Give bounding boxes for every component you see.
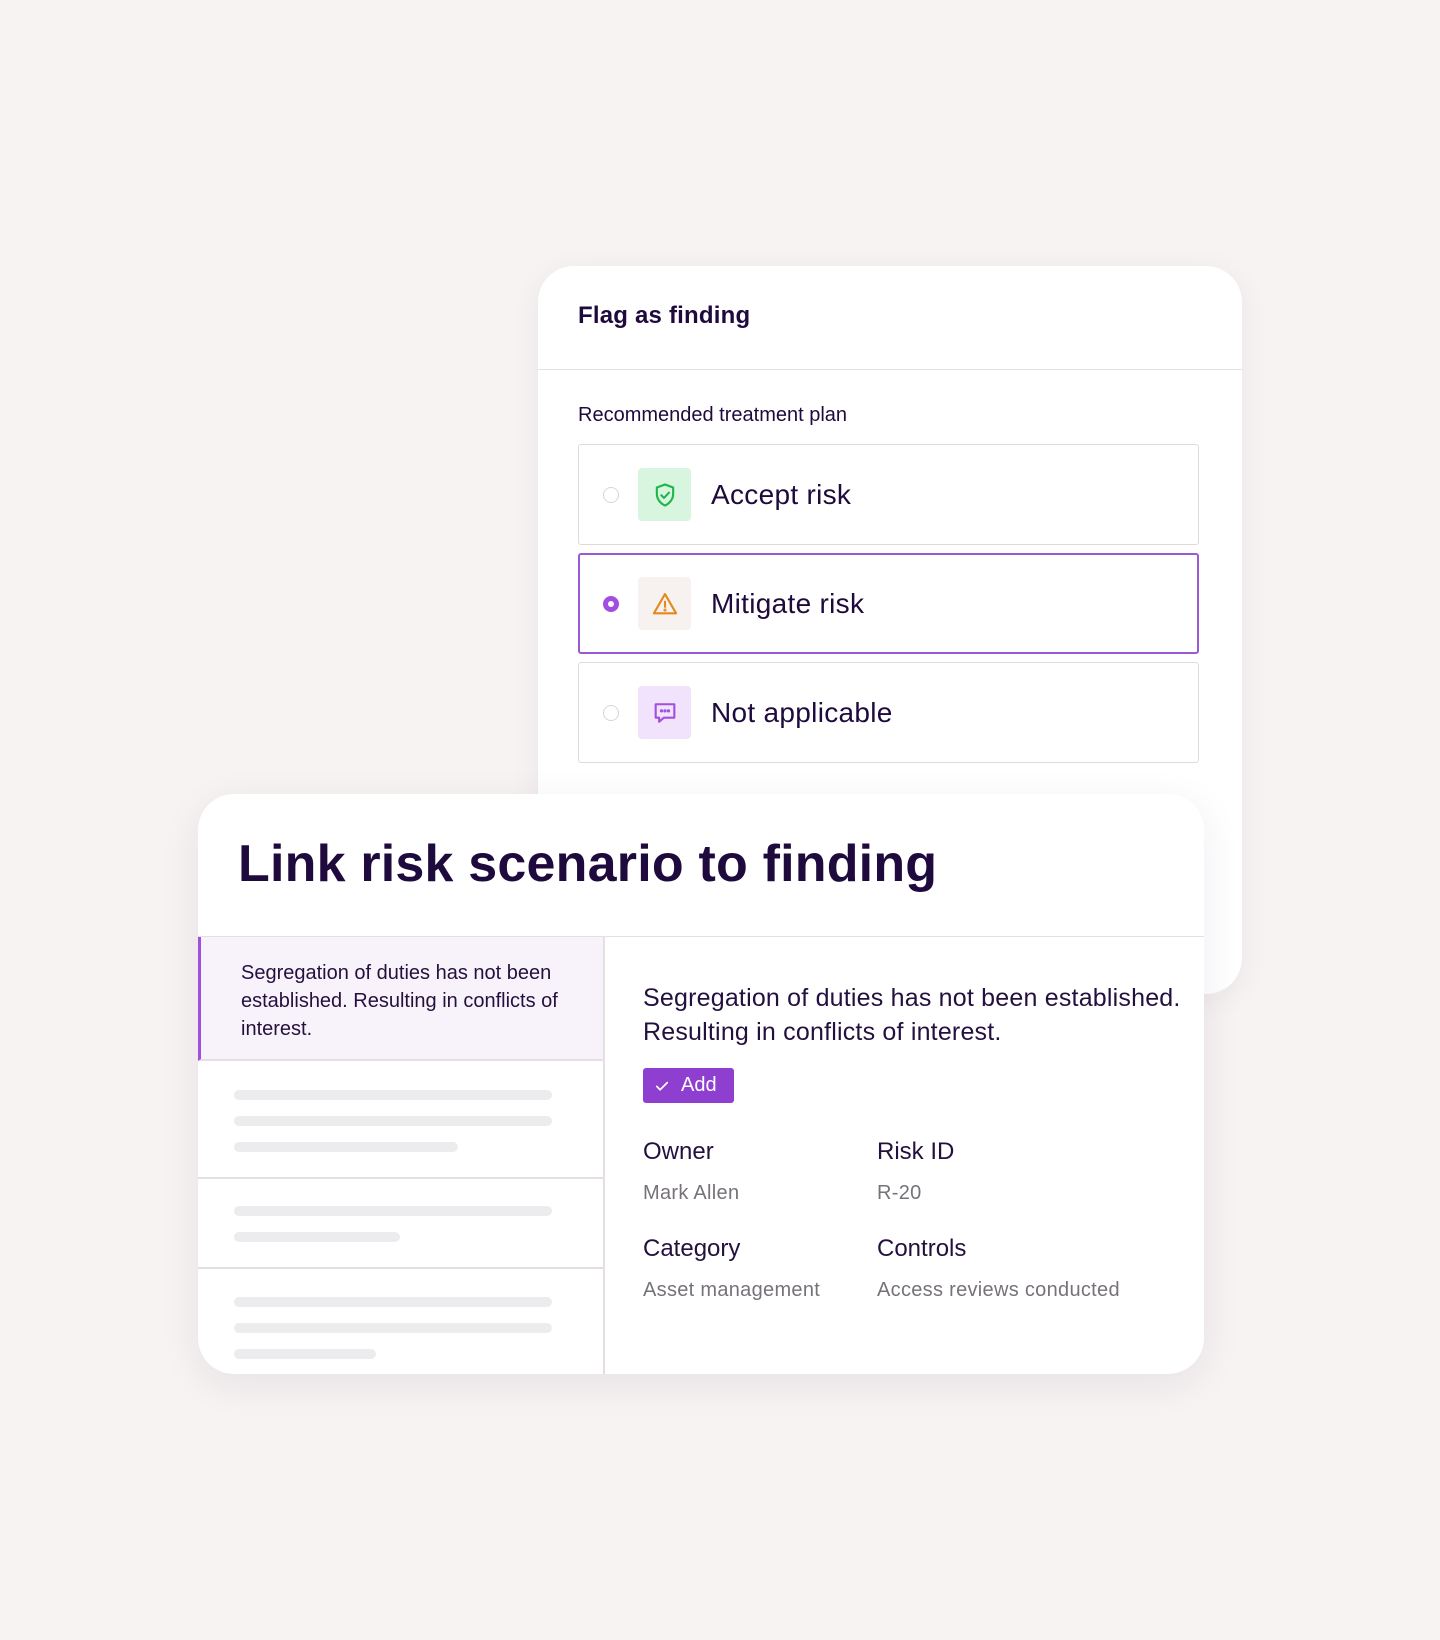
flag-card-title: Flag as finding [578, 302, 751, 329]
skeleton-line [234, 1206, 552, 1216]
option-not-applicable[interactable]: Not applicable [578, 662, 1199, 763]
link-risk-scenario-card: Link risk scenario to finding Segregatio… [198, 794, 1204, 1374]
add-button-label: Add [681, 1074, 717, 1096]
category-label: Category [643, 1235, 741, 1262]
skeleton-line [234, 1297, 552, 1307]
option-mitigate-risk[interactable]: Mitigate risk [578, 553, 1199, 654]
list-item-selected[interactable]: Segregation of duties has not been estab… [198, 937, 603, 1061]
controls-value: Access reviews conducted [877, 1279, 1120, 1301]
page-canvas: Flag as finding Recommended treatment pl… [0, 0, 1440, 1640]
checkmark-icon [655, 1081, 669, 1091]
risk-detail-panel: Segregation of duties has not been estab… [605, 937, 1204, 1374]
owner-label: Owner [643, 1138, 714, 1165]
risk-detail-title: Segregation of duties has not been estab… [643, 984, 1181, 1046]
skeleton-line [234, 1349, 376, 1359]
category-value: Asset management [643, 1279, 821, 1301]
link-card-title: Link risk scenario to finding [238, 835, 938, 893]
category-field: Category Asset management [643, 1235, 877, 1302]
risk-id-label: Risk ID [877, 1138, 955, 1165]
risk-id-value: R-20 [877, 1182, 922, 1204]
controls-label: Controls [877, 1235, 967, 1262]
controls-field: Controls Access reviews conducted [877, 1235, 1167, 1302]
treatment-options: Accept risk Mitigate risk Not applicable [578, 444, 1200, 763]
warning-triangle-icon [638, 577, 691, 630]
skeleton-line [234, 1323, 552, 1333]
accept-risk-radio[interactable] [603, 486, 619, 503]
risk-id-field: Risk ID R-20 [877, 1138, 1167, 1205]
not-applicable-label: Not applicable [711, 696, 893, 728]
link-card-header: Link risk scenario to finding [198, 794, 1204, 937]
shield-check-icon [638, 468, 691, 521]
skeleton-line [234, 1090, 552, 1100]
owner-value: Mark Allen [643, 1182, 740, 1204]
not-applicable-radio[interactable] [603, 704, 619, 721]
flag-card-header: Flag as finding [538, 266, 1242, 370]
risk-metadata: Owner Mark Allen Risk ID R-20 Category A… [643, 1138, 1204, 1302]
link-card-body: Segregation of duties has not been estab… [198, 937, 1204, 1374]
treatment-plan-label: Recommended treatment plan [578, 404, 848, 426]
list-item-placeholder[interactable] [198, 1269, 603, 1372]
owner-field: Owner Mark Allen [643, 1138, 877, 1205]
flag-card-body: Recommended treatment plan Accept risk M… [538, 370, 1242, 763]
list-item-placeholder[interactable] [198, 1061, 603, 1179]
skeleton-line [234, 1116, 552, 1126]
skeleton-line [234, 1232, 400, 1242]
add-button[interactable]: Add [643, 1068, 734, 1103]
mitigate-risk-radio[interactable] [603, 595, 619, 612]
chat-bubble-icon [638, 686, 691, 739]
accept-risk-label: Accept risk [711, 478, 852, 510]
list-item-placeholder[interactable] [198, 1179, 603, 1269]
skeleton-line [234, 1142, 458, 1152]
risk-scenario-list: Segregation of duties has not been estab… [198, 937, 605, 1374]
mitigate-risk-label: Mitigate risk [711, 587, 865, 619]
option-accept-risk[interactable]: Accept risk [578, 444, 1199, 545]
